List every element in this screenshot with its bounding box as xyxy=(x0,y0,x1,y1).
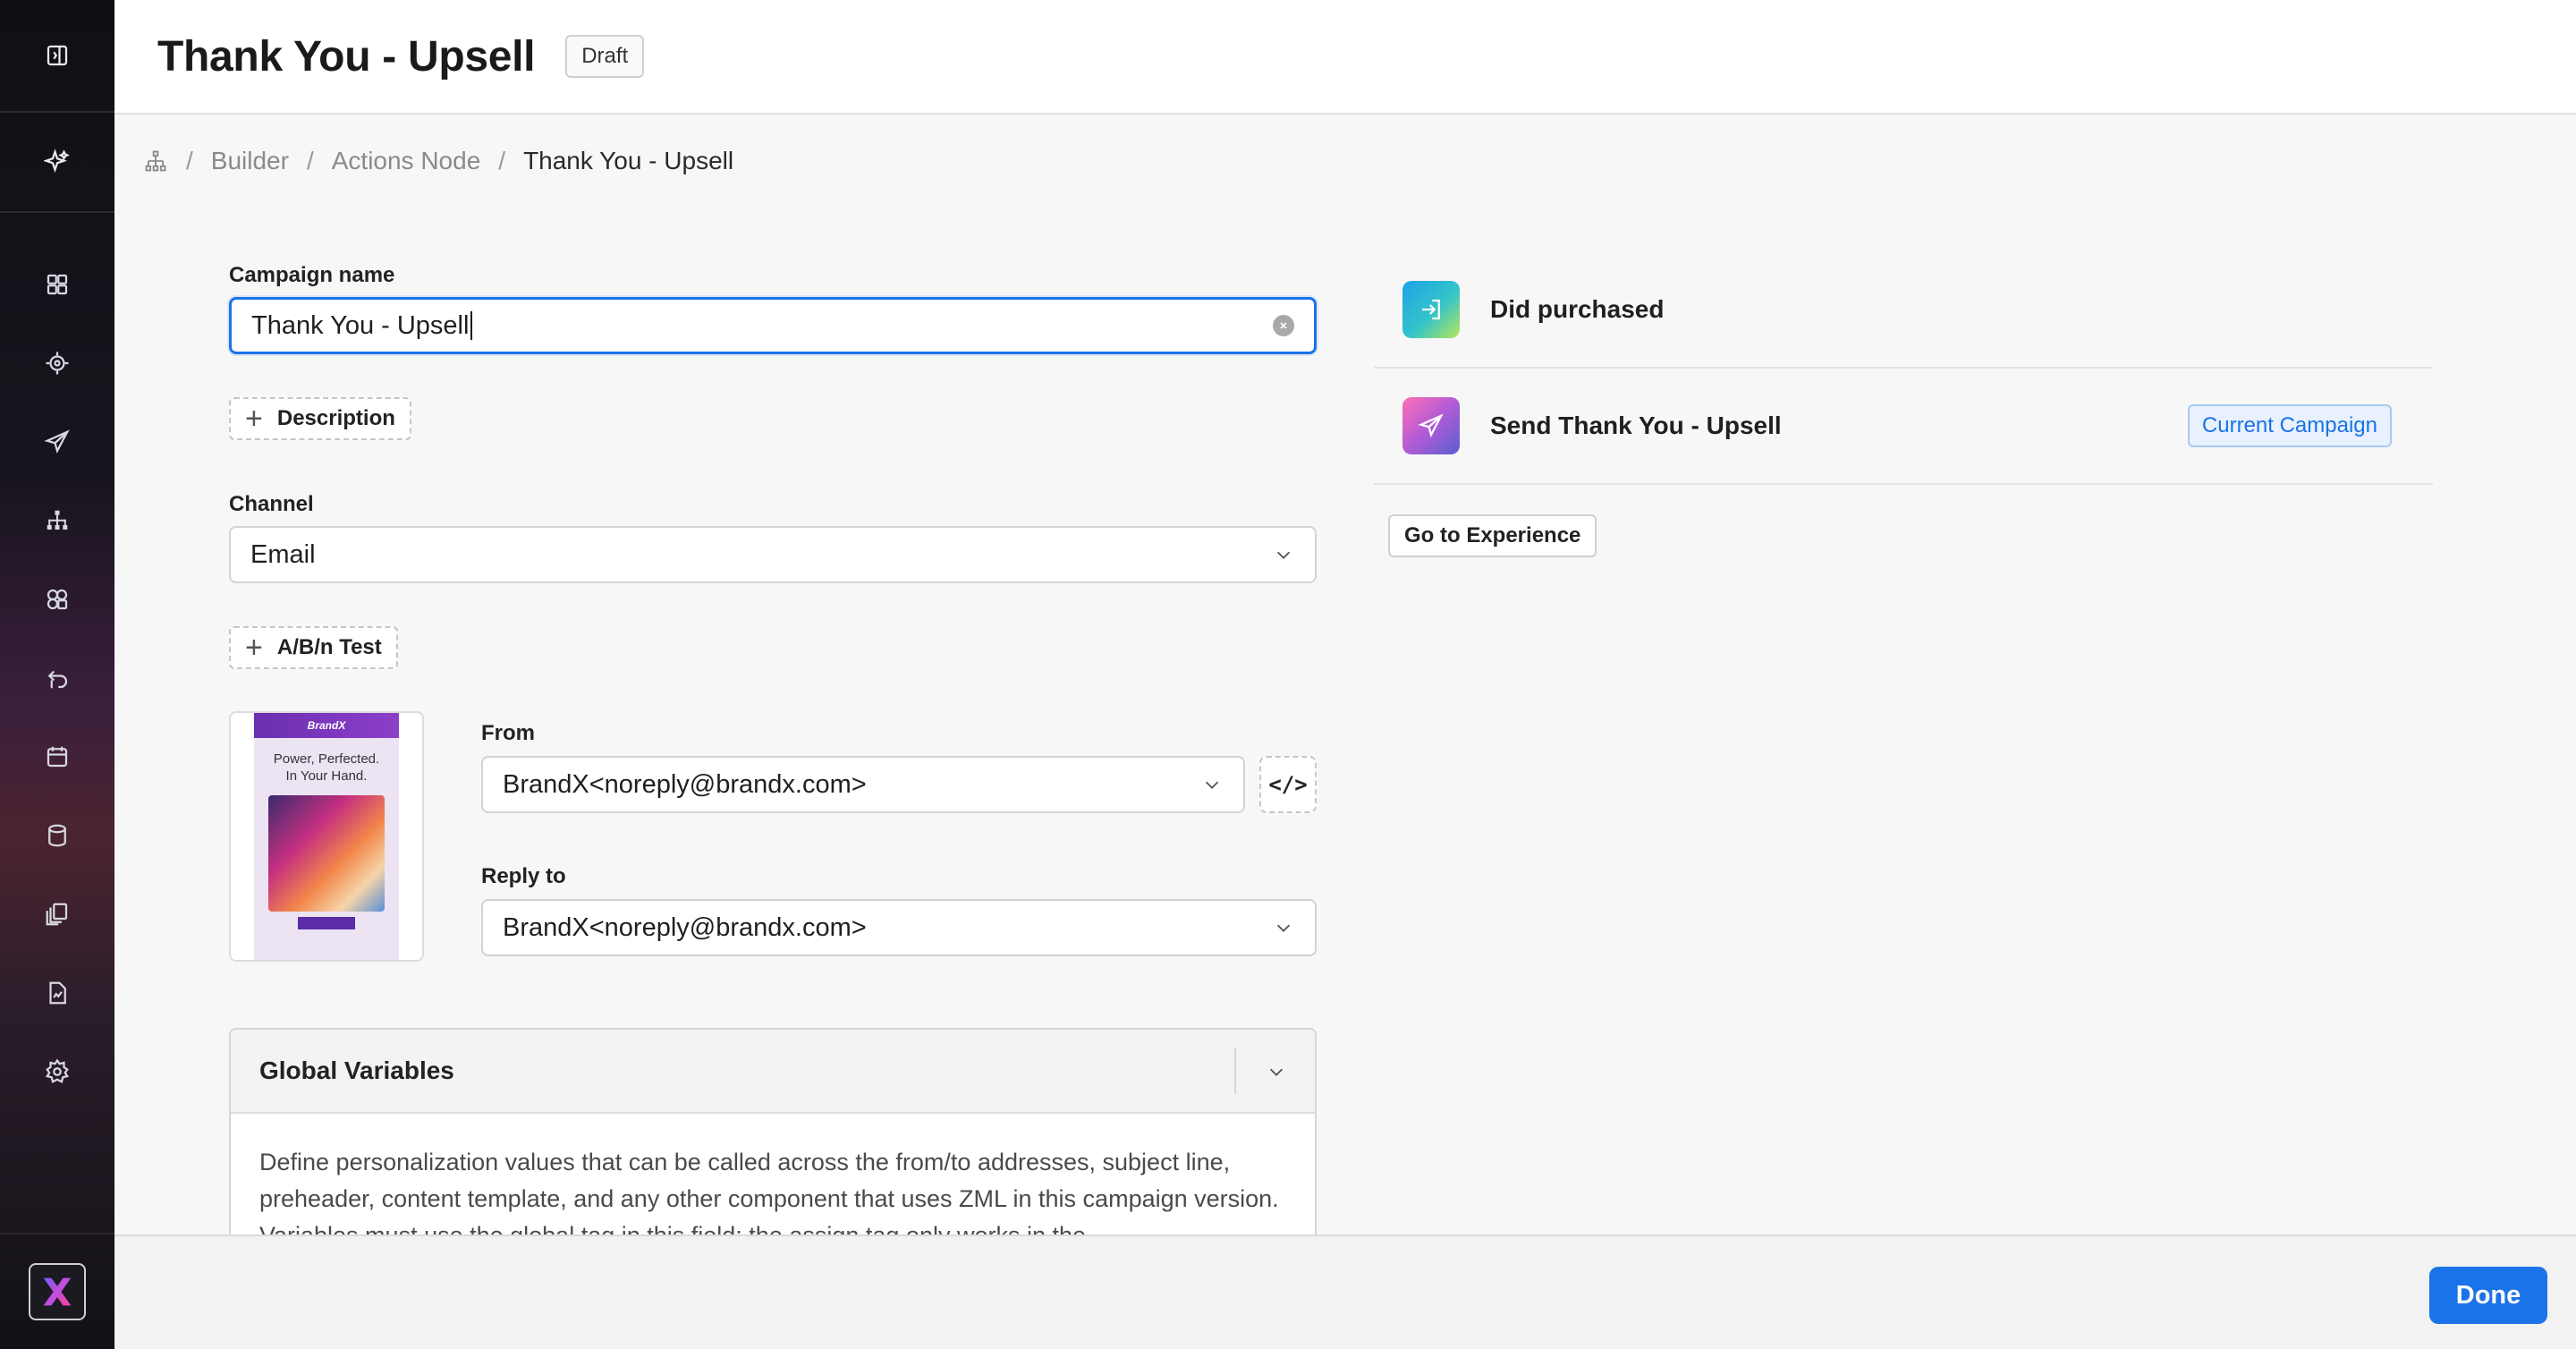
page-header: Thank You - Upsell Draft xyxy=(114,0,2576,115)
sidebar-item-dashboard[interactable] xyxy=(0,245,114,324)
dashboard-grid-icon xyxy=(47,274,68,295)
sidebar-item-calendar[interactable] xyxy=(0,717,114,796)
page-footer: Done xyxy=(114,1234,2576,1349)
sidebar-item-reengage[interactable] xyxy=(0,639,114,717)
send-icon-tile xyxy=(1402,397,1460,454)
clear-input-icon[interactable] xyxy=(1273,315,1294,336)
breadcrumb-separator: / xyxy=(306,147,314,174)
status-badge: Draft xyxy=(565,35,645,78)
campaign-name-label: Campaign name xyxy=(229,263,395,287)
sidebar-item-targeting[interactable] xyxy=(0,324,114,403)
channel-label: Channel xyxy=(229,492,314,516)
from-label: From xyxy=(481,721,535,745)
sidebar-item-content[interactable] xyxy=(0,875,114,954)
sidebar-footer xyxy=(0,1233,114,1349)
content-library-icon xyxy=(46,903,68,926)
chevron-down-icon[interactable] xyxy=(1267,1062,1286,1082)
code-editor-button[interactable]: </> xyxy=(1259,756,1317,813)
reply-to-select[interactable]: BrandX<noreply@brandx.com> xyxy=(481,899,1317,956)
journey-tree-icon[interactable] xyxy=(143,148,168,174)
current-campaign-badge: Current Campaign xyxy=(2187,404,2392,447)
sidebar-item-segments[interactable] xyxy=(0,560,114,639)
from-value: BrandX<noreply@brandx.com> xyxy=(503,769,867,799)
trigger-icon-tile xyxy=(1402,281,1460,338)
enter-arrow-icon xyxy=(1422,299,1440,320)
email-preview-headline: Power, Perfected. In Your Hand. xyxy=(254,751,399,785)
reply-to-label: Reply to xyxy=(481,864,566,888)
text-caret xyxy=(470,311,473,340)
target-icon xyxy=(46,352,69,375)
done-button[interactable]: Done xyxy=(2429,1267,2547,1324)
channel-value: Email xyxy=(250,539,316,569)
sidebar-ai-button[interactable] xyxy=(0,113,114,213)
sidebar-item-journeys[interactable] xyxy=(0,481,114,560)
divider xyxy=(1234,1048,1236,1094)
add-ab-test-button[interactable]: + A/B/n Test xyxy=(229,626,398,669)
code-icon: </> xyxy=(1268,772,1308,797)
brand-x-logo xyxy=(43,1277,72,1306)
campaign-name-input[interactable]: Thank You - Upsell xyxy=(229,297,1317,354)
sidebar-collapse-icon xyxy=(47,45,68,66)
journey-tree-icon xyxy=(47,510,68,530)
email-preview-product-image xyxy=(268,795,385,912)
add-ab-test-label: A/B/n Test xyxy=(276,635,382,659)
campaign-name-value: Thank You - Upsell xyxy=(251,310,470,340)
flow-step-trigger[interactable]: Did purchased xyxy=(1374,252,2433,369)
flow-step-label: Did purchased xyxy=(1490,295,1665,323)
chevron-down-icon xyxy=(1276,924,1291,932)
return-arrow-icon xyxy=(47,670,68,689)
segments-icon xyxy=(47,589,68,610)
sidebar-item-data[interactable] xyxy=(0,796,114,875)
brand-logo[interactable] xyxy=(29,1263,86,1320)
email-preview-headline-line1: Power, Perfected. xyxy=(273,751,380,767)
breadcrumb-separator: / xyxy=(498,147,506,174)
breadcrumb: / Builder / Actions Node / Thank You - U… xyxy=(143,147,733,175)
sidebar-nav xyxy=(0,213,114,1111)
calendar-icon xyxy=(47,746,68,768)
email-preview-canvas: BrandX Power, Perfected. In Your Hand. xyxy=(254,713,399,960)
sidebar-item-reports[interactable] xyxy=(0,954,114,1032)
sparkle-icon xyxy=(44,148,70,174)
add-description-button[interactable]: + Description xyxy=(229,397,411,440)
send-icon xyxy=(1418,413,1444,437)
flow-step-label: Send Thank You - Upsell xyxy=(1490,411,1782,439)
database-icon xyxy=(48,824,66,847)
sidebar-toggle[interactable] xyxy=(0,0,114,113)
breadcrumb-actions-node[interactable]: Actions Node xyxy=(332,147,481,175)
go-to-experience-button[interactable]: Go to Experience xyxy=(1388,514,1597,557)
sidebar-item-settings[interactable] xyxy=(0,1032,114,1111)
chevron-down-icon xyxy=(1276,551,1291,559)
plus-icon: + xyxy=(245,631,263,665)
send-icon xyxy=(44,429,70,454)
reply-to-value: BrandX<noreply@brandx.com> xyxy=(503,912,867,942)
settings-gear-icon xyxy=(45,1058,70,1083)
email-preview-headline-line2: In Your Hand. xyxy=(285,768,368,784)
report-icon xyxy=(49,981,66,1005)
add-description-label: Description xyxy=(276,406,395,430)
flow-step-send[interactable]: Send Thank You - Upsell Current Campaign xyxy=(1374,369,2433,485)
channel-select[interactable]: Email xyxy=(229,526,1317,583)
plus-icon: + xyxy=(245,402,263,436)
from-select[interactable]: BrandX<noreply@brandx.com> xyxy=(481,756,1245,813)
sidebar-item-campaigns[interactable] xyxy=(0,403,114,481)
breadcrumb-separator: / xyxy=(186,147,193,174)
breadcrumb-builder[interactable]: Builder xyxy=(211,147,289,175)
email-preview-thumbnail[interactable]: BrandX Power, Perfected. In Your Hand. xyxy=(229,711,424,962)
breadcrumb-current: Thank You - Upsell xyxy=(523,147,734,174)
chevron-down-icon xyxy=(1205,781,1219,789)
page-title: Thank You - Upsell xyxy=(157,32,536,81)
email-preview-brand: BrandX xyxy=(254,713,399,738)
email-preview-cta xyxy=(298,917,355,929)
global-variables-header[interactable]: Global Variables xyxy=(231,1030,1315,1114)
sidebar xyxy=(0,0,114,1349)
global-variables-title: Global Variables xyxy=(259,1056,454,1084)
